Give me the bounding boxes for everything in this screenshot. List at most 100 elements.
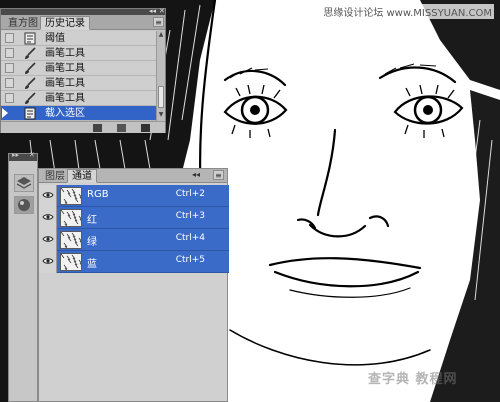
channel-row-red[interactable]: 红 Ctrl+3 xyxy=(39,207,229,229)
thumbnail-stroke xyxy=(61,210,65,215)
collapse-icon[interactable]: ◂◂ xyxy=(149,7,156,15)
thumbnail-stroke xyxy=(61,232,65,237)
close-icon[interactable]: ✕ xyxy=(159,7,165,15)
dock-title-bar[interactable]: ▸▸ ✕ xyxy=(9,151,37,161)
thumbnail-stroke xyxy=(80,244,81,245)
channels-icon xyxy=(18,199,30,211)
channel-row-blue[interactable]: 蓝 Ctrl+5 xyxy=(39,251,229,273)
snapshot-checkbox[interactable] xyxy=(5,33,14,43)
channel-shortcut: Ctrl+5 xyxy=(175,255,205,265)
brush-icon xyxy=(25,92,36,104)
thumbnail-sketch xyxy=(61,254,81,270)
history-scrollbar[interactable]: ▲ ▼ xyxy=(156,31,165,121)
new-snapshot-icon[interactable] xyxy=(117,124,126,132)
brush-icon xyxy=(25,47,36,59)
history-item-brush[interactable]: 画笔工具 xyxy=(1,61,156,76)
doc-icon xyxy=(24,32,36,45)
channels-panel: 图层 通道 ◂◂ ≡ RGB Ctrl+2 红 Ctrl+3 绿 Ctrl+4 … xyxy=(38,168,229,402)
brush-icon xyxy=(25,62,36,74)
tab-channels[interactable]: 通道 xyxy=(67,169,97,183)
history-state-marker-icon xyxy=(2,108,8,118)
history-item-load-selection[interactable]: 载入选区 xyxy=(1,106,156,121)
thumbnail-stroke xyxy=(61,188,65,193)
eye-icon xyxy=(42,236,54,242)
tab-label: 历史记录 xyxy=(45,18,85,29)
channel-thumbnail xyxy=(60,209,82,227)
panel-menu-icon[interactable]: ≡ xyxy=(153,17,164,27)
visibility-toggle[interactable] xyxy=(39,229,57,251)
tab-label: 图层 xyxy=(45,171,65,182)
layers-dock-button[interactable] xyxy=(14,174,34,192)
tab-histogram[interactable]: 直方图 xyxy=(3,16,43,30)
tab-layers[interactable]: 图层 xyxy=(40,169,70,183)
history-item-brush[interactable]: 画笔工具 xyxy=(1,91,156,106)
panel-menu-icon[interactable]: ≡ xyxy=(213,170,224,180)
channel-row-rgb[interactable]: RGB Ctrl+2 xyxy=(39,185,229,207)
thumbnail-sketch xyxy=(61,232,81,248)
history-item-brush[interactable]: 画笔工具 xyxy=(1,76,156,91)
thumbnail-stroke xyxy=(79,196,81,199)
scroll-up-icon[interactable]: ▲ xyxy=(157,31,165,38)
history-footer xyxy=(1,121,165,133)
brush-icon xyxy=(25,77,36,89)
tab-label: 直方图 xyxy=(8,18,38,29)
thumbnail-stroke xyxy=(79,218,81,221)
thumbnail-sketch xyxy=(61,188,81,204)
tab-history[interactable]: 历史记录 xyxy=(40,16,90,30)
snapshot-checkbox[interactable] xyxy=(5,63,14,73)
channels-dock-button[interactable] xyxy=(14,196,34,214)
scroll-thumb[interactable] xyxy=(158,86,164,108)
history-panel: ◂◂ ✕ 直方图 历史记录 ≡ 阈值 画笔工具 画笔工具 画笔工具 画笔工具 载… xyxy=(0,7,166,133)
thumbnail-stroke xyxy=(61,254,65,259)
history-list: 阈值 画笔工具 画笔工具 画笔工具 画笔工具 载入选区 xyxy=(1,31,156,121)
thumbnail-sketch xyxy=(61,210,81,226)
panel-dock: ▸▸ ✕ xyxy=(8,151,38,402)
thumbnail-stroke xyxy=(79,240,81,243)
channel-thumbnail xyxy=(60,231,82,249)
visibility-toggle[interactable] xyxy=(39,185,57,207)
eye-icon xyxy=(42,258,54,264)
scroll-down-icon[interactable]: ▼ xyxy=(157,111,165,118)
tab-label: 通道 xyxy=(72,171,92,182)
close-icon[interactable]: ✕ xyxy=(29,151,35,159)
history-item-label: 画笔工具 xyxy=(45,63,85,74)
collapse-icon[interactable]: ◂◂ xyxy=(192,170,200,179)
layers-icon xyxy=(16,177,32,189)
thumbnail-stroke xyxy=(80,266,81,267)
trash-icon[interactable] xyxy=(141,124,150,132)
channel-thumbnail xyxy=(60,187,82,205)
thumbnail-stroke xyxy=(79,262,81,265)
watermark-bottom: 查字典 教程网 xyxy=(368,372,458,387)
channel-name: 红 xyxy=(87,215,97,226)
channel-thumbnail xyxy=(60,253,82,271)
channel-name: 蓝 xyxy=(87,259,97,270)
history-item-threshold[interactable]: 阈值 xyxy=(1,31,156,46)
channel-name: 绿 xyxy=(87,237,97,248)
history-item-label: 阈值 xyxy=(45,33,65,44)
snapshot-checkbox[interactable] xyxy=(5,93,14,103)
expand-icon[interactable]: ▸▸ xyxy=(12,151,19,159)
channel-shortcut: Ctrl+2 xyxy=(175,189,205,199)
history-item-label: 载入选区 xyxy=(45,108,85,119)
history-item-label: 画笔工具 xyxy=(45,78,85,89)
eye-icon xyxy=(42,192,54,198)
history-item-label: 画笔工具 xyxy=(45,93,85,104)
snapshot-checkbox[interactable] xyxy=(5,78,14,88)
history-item-brush[interactable]: 画笔工具 xyxy=(1,46,156,61)
thumbnail-stroke xyxy=(80,200,81,201)
new-document-icon[interactable] xyxy=(93,124,102,132)
history-item-label: 画笔工具 xyxy=(45,48,85,59)
snapshot-checkbox[interactable] xyxy=(5,48,14,58)
eye-icon xyxy=(42,214,54,220)
watermark-top: 思缘设计论坛 www.MISSYUAN.COM xyxy=(321,4,494,19)
channels-tab-bar: 图层 通道 ◂◂ ≡ xyxy=(39,169,227,183)
visibility-toggle[interactable] xyxy=(39,251,57,273)
channel-row-green[interactable]: 绿 Ctrl+4 xyxy=(39,229,229,251)
channel-shortcut: Ctrl+4 xyxy=(175,233,205,243)
visibility-toggle[interactable] xyxy=(39,207,57,229)
channel-shortcut: Ctrl+3 xyxy=(175,211,205,221)
thumbnail-stroke xyxy=(80,222,81,223)
history-tab-bar: 直方图 历史记录 ≡ xyxy=(1,15,165,30)
doc-icon xyxy=(24,107,36,120)
channel-name: RGB xyxy=(87,189,109,200)
